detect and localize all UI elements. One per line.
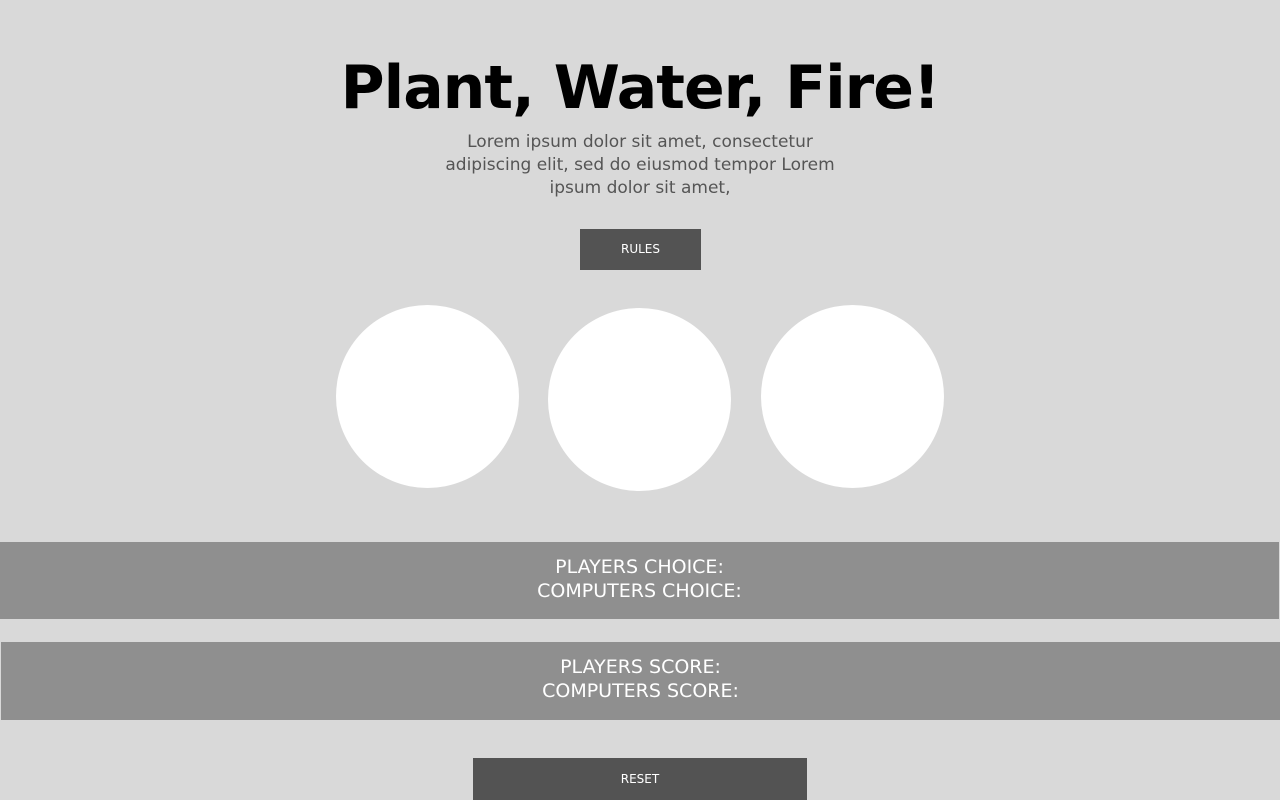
page-title: Plant, Water, Fire!: [340, 53, 941, 123]
rules-button[interactable]: RULES: [580, 229, 701, 270]
plant-choice-button[interactable]: [336, 305, 519, 488]
players-choice-label: PLAYERS CHOICE:: [555, 556, 724, 578]
fire-choice-button[interactable]: [761, 305, 944, 488]
reset-button[interactable]: RESET: [473, 758, 807, 800]
game-page: Plant, Water, Fire! Lorem ipsum dolor si…: [0, 0, 1280, 800]
water-choice-button[interactable]: [548, 308, 731, 491]
players-score-label: PLAYERS SCORE:: [560, 656, 721, 678]
choices-panel: PLAYERS CHOICE: COMPUTERS CHOICE:: [0, 542, 1279, 619]
computers-score-label: COMPUTERS SCORE:: [542, 680, 739, 702]
score-panel: PLAYERS SCORE: COMPUTERS SCORE:: [1, 642, 1280, 720]
page-description: Lorem ipsum dolor sit amet, consectetur …: [445, 132, 835, 198]
computers-choice-label: COMPUTERS CHOICE:: [537, 580, 742, 602]
